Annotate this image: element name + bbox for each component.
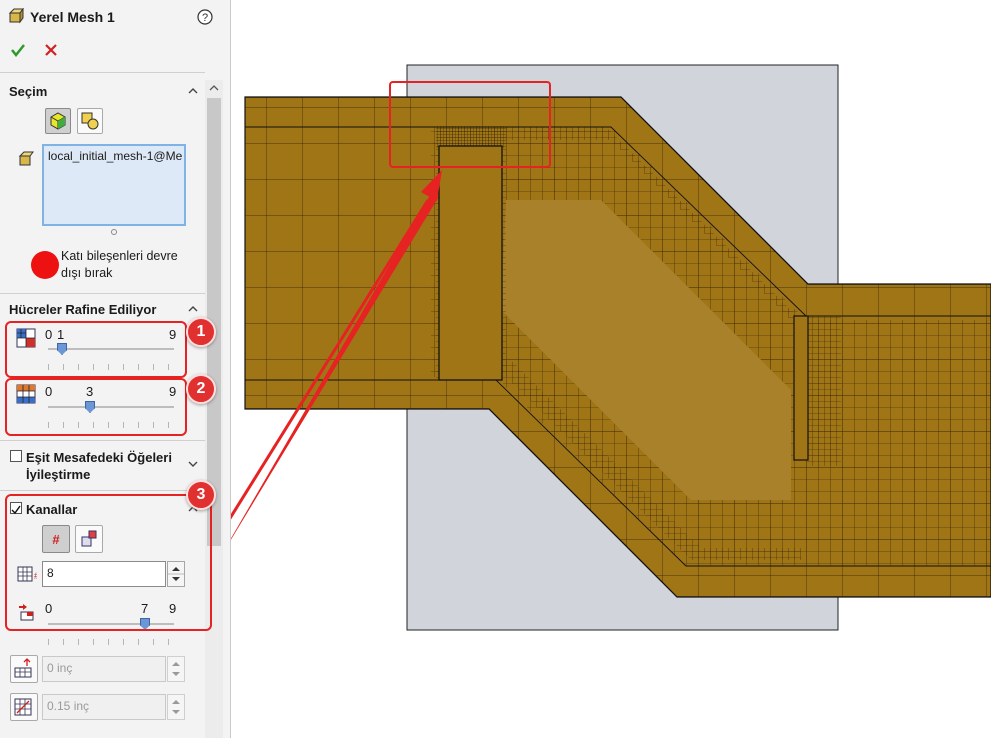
component-filter-button[interactable]: [77, 108, 103, 134]
callout-badge-2: 2: [186, 374, 216, 404]
selection-listbox[interactable]: local_initial_mesh-1@Me: [42, 144, 186, 226]
divider: [0, 490, 205, 491]
right-fin: [793, 315, 809, 461]
scroll-up-icon[interactable]: [207, 82, 221, 94]
disable-solids-radio[interactable]: [31, 251, 59, 279]
chevron-up-icon[interactable]: [188, 86, 198, 96]
min-channel-height-icon-button: [10, 655, 38, 683]
min-channel-height-input[interactable]: 0 inç: [42, 656, 166, 682]
callout-badge-3: 3: [186, 480, 216, 510]
solid-filter-button[interactable]: [45, 108, 71, 134]
divider: [0, 72, 205, 73]
channel-slider-ticks: [48, 639, 176, 645]
panel-title: Yerel Mesh 1: [30, 9, 115, 25]
checkmark-icon[interactable]: [10, 42, 26, 58]
max-channel-height-input[interactable]: 0.15 inç: [42, 694, 166, 720]
help-icon[interactable]: ?: [197, 9, 213, 25]
left-fin: [438, 145, 503, 381]
graphics-viewport[interactable]: [231, 0, 991, 738]
list-item[interactable]: local_initial_mesh-1@Me: [48, 149, 182, 163]
callout-box-1: [5, 321, 187, 378]
max-height-stepper[interactable]: [167, 694, 185, 720]
spin-arrows-icon: [172, 662, 180, 676]
callout-box-3: [5, 494, 212, 631]
callout-box-2: [5, 378, 187, 436]
mesh-feature-icon: [8, 8, 24, 24]
resize-handle-icon[interactable]: [110, 228, 118, 236]
component-icon: [81, 112, 99, 130]
divider: [0, 440, 205, 441]
disable-solids-label: Katı bileşenleri devre dışı bırak: [61, 249, 178, 280]
chevron-down-icon[interactable]: [188, 459, 198, 469]
refine-section-title: Hücreler Rafine Ediliyor: [9, 302, 157, 317]
spin-arrows-icon: [172, 700, 180, 714]
min-height-icon: [14, 658, 32, 678]
selection-section-title: Seçim: [9, 84, 48, 99]
min-height-stepper[interactable]: [167, 656, 185, 682]
svg-text:?: ?: [202, 12, 208, 24]
divider: [0, 293, 205, 294]
equidistant-label: Eşit Mesafedeki Öğeleri İyileştirme: [26, 450, 172, 482]
close-icon[interactable]: [44, 43, 58, 57]
part-icon: [18, 151, 34, 166]
callout-badge-1: 1: [186, 317, 216, 347]
max-channel-height-icon-button: [10, 693, 38, 721]
max-height-icon: [14, 698, 32, 716]
equidistant-checkbox[interactable]: [10, 450, 22, 462]
chevron-up-icon[interactable]: [188, 304, 198, 314]
cube-icon: [50, 112, 66, 130]
